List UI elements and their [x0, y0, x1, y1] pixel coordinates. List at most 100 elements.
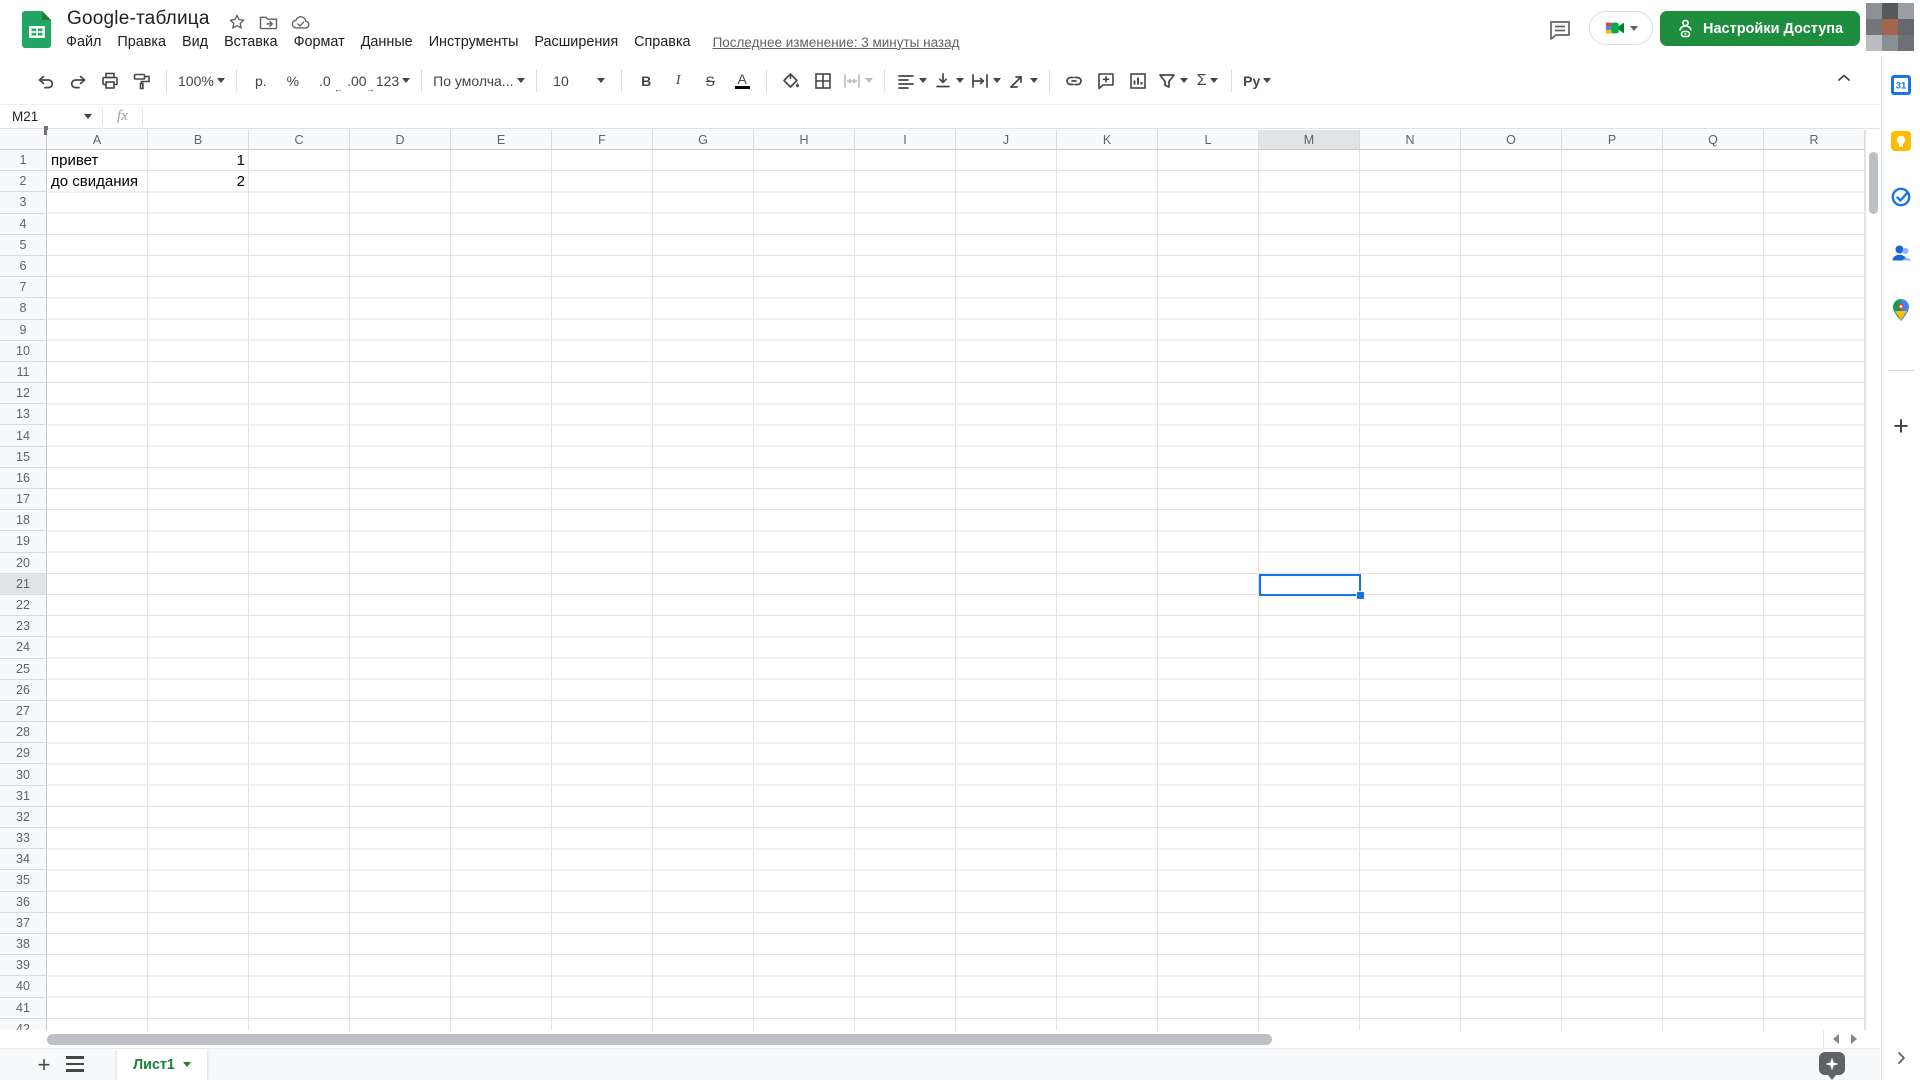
horizontal-scrollbar-thumb[interactable]: [47, 1034, 1272, 1045]
row-header-29[interactable]: 29: [0, 743, 47, 765]
row-header-39[interactable]: 39: [0, 955, 47, 977]
row-header-36[interactable]: 36: [0, 891, 47, 913]
star-icon[interactable]: [228, 13, 246, 31]
row-header-31[interactable]: 31: [0, 785, 47, 807]
menu-item-5[interactable]: Данные: [353, 32, 421, 52]
decrease-decimal-button[interactable]: .0 ←: [309, 67, 343, 95]
row-header-38[interactable]: 38: [0, 933, 47, 956]
keep-icon[interactable]: [1890, 130, 1912, 152]
row-header-20[interactable]: 20: [0, 552, 47, 574]
menu-item-6[interactable]: Инструменты: [421, 32, 527, 52]
format-currency-button[interactable]: р.: [245, 67, 277, 95]
scroll-right-arrow[interactable]: [1851, 1034, 1857, 1044]
row-header-15[interactable]: 15: [0, 446, 47, 468]
row-header-19[interactable]: 19: [0, 531, 47, 553]
insert-chart-button[interactable]: [1122, 67, 1154, 95]
column-header-I[interactable]: I: [855, 130, 956, 150]
row-header-24[interactable]: 24: [0, 637, 47, 659]
menu-item-3[interactable]: Вставка: [216, 32, 286, 52]
row-header-17[interactable]: 17: [0, 489, 47, 511]
input-tools-menu[interactable]: Ру: [1240, 67, 1274, 95]
row-header-1[interactable]: 1: [0, 150, 47, 172]
document-status-cloud-icon[interactable]: [291, 15, 311, 30]
row-header-42[interactable]: 42: [0, 1018, 47, 1030]
row-header-23[interactable]: 23: [0, 616, 47, 638]
horizontal-align-menu[interactable]: [893, 67, 930, 95]
column-header-Q[interactable]: Q: [1663, 130, 1764, 150]
row-header-41[interactable]: 41: [0, 997, 47, 1019]
open-comments-icon[interactable]: [1549, 20, 1571, 41]
redo-button[interactable]: [62, 67, 94, 95]
row-header-40[interactable]: 40: [0, 976, 47, 998]
row-header-27[interactable]: 27: [0, 700, 47, 723]
functions-menu[interactable]: Σ: [1191, 67, 1223, 95]
insert-comment-button[interactable]: [1090, 67, 1122, 95]
zoom-select[interactable]: 100%: [175, 67, 228, 95]
text-rotation-menu[interactable]: [1004, 67, 1041, 95]
vertical-scrollbar-thumb[interactable]: [1869, 152, 1878, 214]
row-header-32[interactable]: 32: [0, 806, 47, 828]
row-header-13[interactable]: 13: [0, 404, 47, 426]
row-header-11[interactable]: 11: [0, 361, 47, 384]
column-header-P[interactable]: P: [1562, 130, 1663, 150]
column-header-E[interactable]: E: [451, 130, 552, 150]
borders-button[interactable]: [807, 67, 839, 95]
increase-decimal-button[interactable]: .00 →: [341, 67, 375, 95]
menu-item-0[interactable]: Файл: [58, 32, 109, 52]
bold-button[interactable]: B: [630, 67, 662, 95]
row-header-8[interactable]: 8: [0, 298, 47, 320]
row-header-25[interactable]: 25: [0, 658, 47, 680]
row-header-22[interactable]: 22: [0, 594, 47, 617]
row-header-21[interactable]: 21: [0, 573, 47, 595]
menu-item-4[interactable]: Формат: [286, 32, 353, 52]
menu-item-2[interactable]: Вид: [174, 32, 216, 52]
fill-color-button[interactable]: [775, 67, 807, 95]
column-header-J[interactable]: J: [956, 130, 1057, 150]
format-percent-button[interactable]: %: [277, 67, 309, 95]
text-color-button[interactable]: A: [726, 67, 758, 95]
insert-link-button[interactable]: [1058, 67, 1090, 95]
row-header-7[interactable]: 7: [0, 277, 47, 299]
last-edit-link[interactable]: Последнее изменение: 3 минуты назад: [713, 35, 960, 50]
add-sheet-button[interactable]: +: [30, 1051, 58, 1079]
row-header-18[interactable]: 18: [0, 510, 47, 532]
name-box-caret[interactable]: [84, 114, 92, 119]
row-header-3[interactable]: 3: [0, 192, 47, 214]
print-button[interactable]: [94, 67, 126, 95]
user-avatar[interactable]: [1866, 3, 1914, 51]
number-format-menu[interactable]: 123: [373, 67, 413, 95]
calendar-icon[interactable]: 31: [1890, 74, 1912, 96]
row-header-12[interactable]: 12: [0, 383, 47, 405]
column-header-C[interactable]: C: [249, 130, 350, 150]
cell-A1[interactable]: привет: [47, 150, 148, 171]
document-title[interactable]: Google-таблица: [67, 8, 210, 30]
vertical-align-menu[interactable]: [930, 67, 967, 95]
column-header-A[interactable]: A: [47, 130, 148, 150]
italic-button[interactable]: I: [662, 67, 694, 95]
column-header-B[interactable]: B: [148, 130, 249, 150]
select-all-corner[interactable]: [0, 130, 47, 150]
row-header-35[interactable]: 35: [0, 870, 47, 892]
share-button[interactable]: Настройки Доступа: [1660, 11, 1861, 46]
column-header-G[interactable]: G: [653, 130, 754, 150]
maps-icon[interactable]: [1891, 298, 1911, 322]
row-header-6[interactable]: 6: [0, 255, 47, 278]
all-sheets-menu-icon[interactable]: [66, 1056, 84, 1072]
merge-cells-button[interactable]: [839, 67, 876, 95]
sheets-logo-icon[interactable]: [21, 9, 53, 49]
move-to-folder-icon[interactable]: [259, 14, 278, 30]
row-header-37[interactable]: 37: [0, 912, 47, 934]
cells-area[interactable]: привет 1 до свидания 2: [47, 150, 1865, 1030]
cell-B1[interactable]: 1: [148, 150, 249, 171]
strikethrough-button[interactable]: S: [694, 67, 726, 95]
row-header-26[interactable]: 26: [0, 679, 47, 701]
row-header-2[interactable]: 2: [0, 171, 47, 193]
contacts-icon[interactable]: [1890, 242, 1912, 264]
menu-item-1[interactable]: Правка: [109, 32, 174, 52]
column-header-M[interactable]: M: [1259, 130, 1360, 150]
font-family-select[interactable]: По умолча...: [430, 67, 528, 95]
column-header-H[interactable]: H: [754, 130, 855, 150]
meet-call-button[interactable]: [1589, 11, 1653, 45]
fill-handle[interactable]: [1356, 591, 1365, 600]
row-header-9[interactable]: 9: [0, 319, 47, 341]
